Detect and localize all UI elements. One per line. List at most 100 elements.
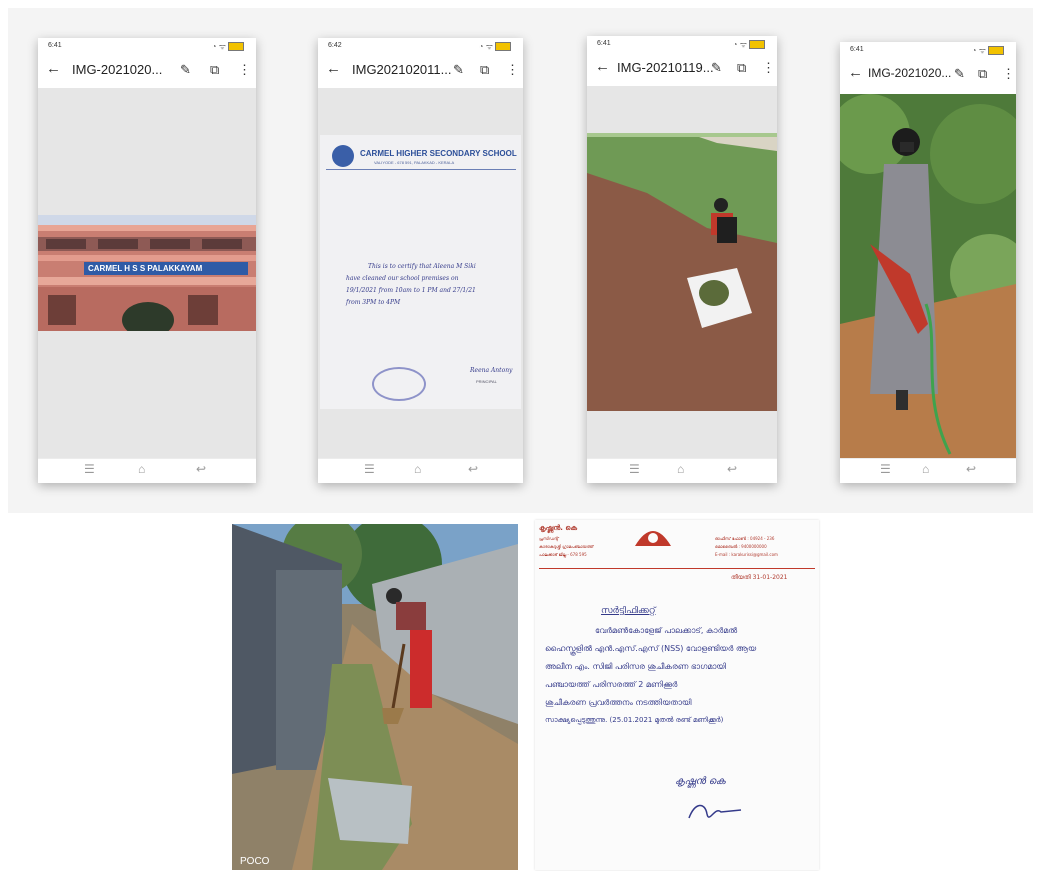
menu-icon[interactable]: ☰	[880, 462, 891, 476]
image-viewer	[840, 94, 1016, 459]
edit-pencil-icon[interactable]: ✎	[453, 62, 464, 78]
open-external-icon[interactable]: ⧉	[737, 60, 746, 76]
header-left-1: കൃഷ്ണൻ. കെ	[539, 524, 578, 532]
school-logo	[332, 145, 354, 167]
status-bar: 6:41 ◔ ᯤ	[840, 42, 1016, 58]
header-right-2: മൊബൈൽ : 9400000000	[715, 544, 767, 549]
phone-screenshot-2: 6:42 ◔ ᯤ ← IMG202102011... ✎ ⧉ ⋮ CARMEL …	[318, 38, 523, 483]
home-icon[interactable]: ⌂	[922, 462, 929, 476]
back-nav-icon[interactable]: ↩	[196, 462, 206, 476]
more-options-icon[interactable]: ⋮	[762, 60, 775, 76]
watering-plants-photo	[840, 94, 1016, 459]
certificate-line-1: വേർമൺകോളേജ് പാലക്കാട്, കാർമൽ	[595, 626, 738, 635]
school-building-photo	[38, 215, 256, 331]
battery-icon	[749, 40, 765, 50]
battery-icon	[988, 46, 1004, 56]
header-rule	[539, 568, 815, 569]
back-nav-icon[interactable]: ↩	[468, 462, 478, 476]
open-external-icon[interactable]: ⧉	[210, 62, 219, 78]
certificate-line-2: ഹൈസ്കൂളിൽ എൻ.എസ്.എസ് (NSS) വോളണ്ടിയർ ആയ	[545, 644, 757, 653]
status-time: 6:41	[597, 40, 611, 47]
battery-icon	[495, 42, 511, 52]
status-icons: ◔ ᯤ	[972, 45, 1004, 56]
status-icons: ◔ ᯤ	[212, 41, 244, 52]
app-bar: ← IMG-2021020... ✎ ⧉ ⋮	[840, 60, 1016, 90]
battery-icon	[228, 42, 244, 52]
more-options-icon[interactable]: ⋮	[238, 62, 251, 78]
status-time: 6:42	[328, 42, 342, 49]
certificate-line-3: അലീന എം. സിജി പരിസര ശുചീകരണ ഭാഗമായി	[545, 662, 727, 671]
menu-icon[interactable]: ☰	[629, 462, 640, 476]
edit-pencil-icon[interactable]: ✎	[180, 62, 191, 78]
image-title: IMG202102011...	[352, 62, 452, 77]
image-title: IMG-20210119...	[617, 60, 714, 75]
school-seal	[372, 367, 426, 401]
certificate-date: തീയതി 31-01-2021	[731, 574, 788, 581]
back-nav-icon[interactable]: ↩	[727, 462, 737, 476]
header-left-3: കാരാകുറുശ്ശി ഗ്രാമപഞ്ചായത്ത്	[539, 544, 594, 549]
back-nav-icon[interactable]: ↩	[966, 462, 976, 476]
status-bar: 6:41 ◔ ᯤ	[38, 38, 256, 54]
open-external-icon[interactable]: ⧉	[480, 62, 489, 78]
header-left-4: പാലക്കാട് ജില്ല - 678 595	[539, 552, 587, 557]
image-title: IMG-2021020...	[868, 66, 952, 80]
certificate-line-5: ശുചീകരണ പ്രവർത്തനം നടത്തിയതായി	[545, 698, 692, 707]
certificate-line-4: പഞ്ചായത്ത് പരിസരത്ത് 2 മണിക്കൂർ	[545, 680, 678, 689]
letter-line-1: This is to certify that Aleena M Siki	[368, 263, 476, 270]
back-arrow-icon[interactable]: ←	[46, 60, 61, 77]
phone-screenshot-3: 6:41 ◔ ᯤ ← IMG-20210119... ✎ ⧉ ⋮ ☰ ⌂ ↩	[587, 36, 777, 483]
status-icons: ◔ ᯤ	[733, 39, 765, 50]
home-icon[interactable]: ⌂	[677, 462, 684, 476]
image-title: IMG-2021020...	[72, 62, 163, 77]
system-nav-bar: ☰ ⌂ ↩	[840, 458, 1016, 483]
panchayat-certificate: കൃഷ്ണൻ. കെ പ്രസിഡന്റ് കാരാകുറുശ്ശി ഗ്രാമ…	[535, 520, 819, 870]
building-sign-text: CARMEL H S S PALAKKAYAM	[88, 264, 203, 273]
app-bar: ← IMG202102011... ✎ ⧉ ⋮	[318, 56, 523, 86]
letterhead-rule	[326, 169, 516, 170]
letter-line-3: 19/1/2021 from 10am to 1 PM and 27/1/21	[346, 287, 476, 294]
more-options-icon[interactable]: ⋮	[1002, 66, 1015, 82]
school-address: VALIYODE - 678 591, PALAKKAD - KERALA	[374, 160, 455, 165]
menu-icon[interactable]: ☰	[84, 462, 95, 476]
header-left-2: പ്രസിഡന്റ്	[539, 536, 559, 541]
app-bar: ← IMG-2021020... ✎ ⧉ ⋮	[38, 56, 256, 86]
principal-role: PRINCIPAL	[476, 379, 497, 384]
sweeping-photo	[232, 524, 518, 870]
edit-pencil-icon[interactable]: ✎	[954, 66, 965, 82]
status-icons: ◔ ᯤ	[479, 41, 511, 52]
status-time: 6:41	[850, 46, 864, 53]
status-time: 6:41	[48, 42, 62, 49]
menu-icon[interactable]: ☰	[364, 462, 375, 476]
status-bar: 6:41 ◔ ᯤ	[587, 36, 777, 52]
status-bar: 6:42 ◔ ᯤ	[318, 38, 523, 54]
back-arrow-icon[interactable]: ←	[595, 58, 610, 75]
school-letter: CARMEL HIGHER SECONDARY SCHOOL VALIYODE …	[320, 135, 521, 409]
certificate-heading: സർട്ടിഫിക്കറ്റ്	[601, 606, 656, 616]
edit-pencil-icon[interactable]: ✎	[711, 60, 722, 76]
header-right-3: E-mail : karakurissi@gmail.com	[715, 552, 778, 557]
back-arrow-icon[interactable]: ←	[326, 60, 341, 77]
system-nav-bar: ☰ ⌂ ↩	[318, 458, 523, 483]
more-options-icon[interactable]: ⋮	[506, 62, 519, 78]
home-icon[interactable]: ⌂	[138, 462, 145, 476]
open-external-icon[interactable]: ⧉	[978, 66, 987, 82]
phone-screenshot-1: 6:41 ◔ ᯤ ← IMG-2021020... ✎ ⧉ ⋮ CARMEL H…	[38, 38, 256, 483]
system-nav-bar: ☰ ⌂ ↩	[587, 458, 777, 483]
letter-line-4: from 3PM to 4PM	[346, 299, 401, 306]
system-nav-bar: ☰ ⌂ ↩	[38, 458, 256, 483]
emblem-logo	[635, 531, 671, 546]
home-icon[interactable]: ⌂	[414, 462, 421, 476]
certificate-line-6: സാക്ഷ്യപ്പെടുത്തുന്നു. (25.01.2021 മുതൽ …	[545, 716, 724, 724]
phone-screenshot-4: 6:41 ◔ ᯤ ← IMG-2021020... ✎ ⧉ ⋮ ☰ ⌂ ↩	[840, 42, 1016, 483]
camera-watermark: POCO	[240, 856, 270, 867]
back-arrow-icon[interactable]: ←	[848, 64, 863, 81]
letter-line-2: have cleaned our school premises on	[346, 275, 459, 282]
header-right-1: ഓഫീസ് ഫോൺ : 04924 - 236	[715, 536, 775, 541]
image-viewer: CARMEL HIGHER SECONDARY SCHOOL VALIYODE …	[318, 88, 523, 459]
image-viewer	[587, 86, 777, 459]
garden-cleaning-photo	[587, 133, 777, 411]
school-name: CARMEL HIGHER SECONDARY SCHOOL	[360, 149, 517, 158]
image-viewer: CARMEL H S S PALAKKAYAM	[38, 88, 256, 459]
signature-scribble	[688, 804, 742, 819]
principal-signature: Reena Antony	[470, 367, 513, 374]
